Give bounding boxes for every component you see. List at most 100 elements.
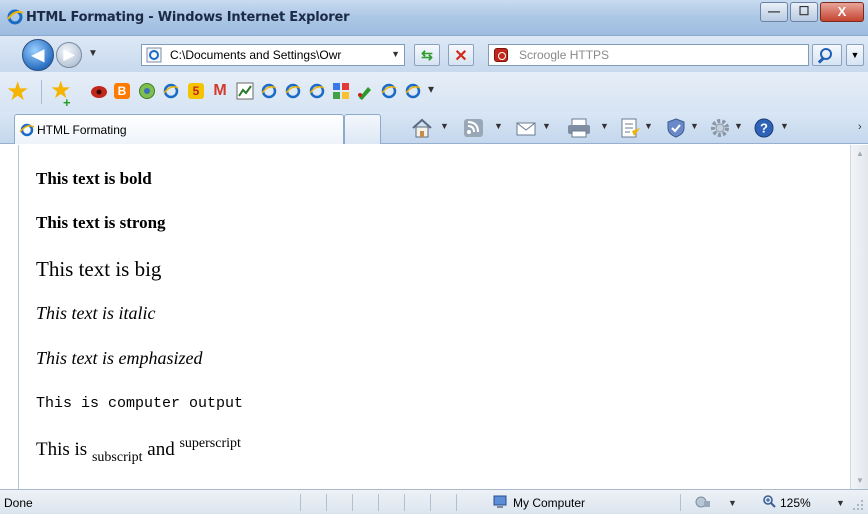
status-divider (378, 494, 379, 511)
print-icon[interactable] (566, 117, 592, 139)
subsup-and: and (142, 439, 180, 460)
subscript-superscript-line: This is subscript and superscript (36, 436, 241, 466)
computer-zone-icon (493, 495, 507, 508)
page-icon[interactable] (618, 117, 642, 139)
stop-icon: ✕ (454, 48, 468, 65)
status-divider (352, 494, 353, 511)
zoom-dropdown-icon[interactable]: ▼ (836, 498, 845, 508)
globe-icon[interactable] (138, 82, 156, 100)
help-dropdown-icon[interactable]: ▼ (780, 121, 789, 131)
back-arrow-icon: ◀ (31, 47, 45, 64)
close-button[interactable]: X (820, 2, 864, 22)
back-button[interactable]: ◀ (22, 39, 54, 71)
scroll-down-icon[interactable]: ▼ (856, 476, 864, 485)
red-eye-icon[interactable] (90, 83, 108, 101)
gear-icon[interactable] (708, 117, 732, 139)
stop-button[interactable]: ✕ (448, 44, 474, 66)
ie-logo-icon (19, 123, 35, 137)
emphasized-text: This text is emphasized (36, 348, 203, 368)
search-button[interactable] (812, 44, 842, 66)
vertical-scrollbar[interactable]: ▲ ▼ (850, 145, 868, 489)
window-title: HTML Formating - Windows Internet Explor… (26, 10, 350, 25)
blogger-icon[interactable]: B (114, 83, 130, 99)
minimize-button[interactable]: — (760, 2, 788, 22)
protected-mode-icon[interactable] (695, 495, 711, 509)
forward-button[interactable]: ▶ (56, 42, 82, 68)
big-text: This text is big (36, 257, 162, 281)
status-divider (680, 494, 681, 511)
safety-dropdown-icon[interactable]: ▼ (690, 121, 699, 131)
home-icon[interactable] (410, 117, 434, 139)
bold-text: This text is bold (36, 169, 152, 188)
tab-html-formating[interactable]: HTML Formating (14, 114, 344, 144)
status-bar: Done My Computer ▼ 125% ▼ (0, 489, 868, 514)
status-text: Done (4, 496, 33, 510)
ie-page-icon[interactable] (380, 82, 398, 100)
title-bar: HTML Formating - Windows Internet Explor… (0, 0, 868, 36)
address-url: C:\Documents and Settings\Owr (170, 48, 342, 62)
ie-page-icon[interactable] (404, 82, 422, 100)
status-divider (300, 494, 301, 511)
ie-page-icon[interactable] (284, 82, 302, 100)
more-commands-icon[interactable]: › (858, 121, 862, 133)
favorites-divider (41, 80, 42, 104)
five-icon[interactable]: 5 (188, 83, 204, 99)
refresh-button[interactable]: ⇆ (414, 44, 440, 66)
favorites-bar: ★ ★ + B 5 M ▾ (0, 72, 868, 112)
search-placeholder: Scroogle HTTPS (519, 48, 610, 62)
favorites-star-icon[interactable]: ★ (6, 78, 29, 104)
status-divider (326, 494, 327, 511)
status-divider (456, 494, 457, 511)
tools-dropdown-icon[interactable]: ▼ (734, 121, 743, 131)
address-dropdown-icon[interactable]: ▼ (391, 49, 400, 59)
address-field[interactable]: C:\Documents and Settings\Owr ▼ (141, 44, 405, 66)
computer-output-text: This is computer output (36, 395, 244, 412)
ie-page-icon[interactable] (308, 82, 326, 100)
pen-icon[interactable] (356, 83, 374, 101)
italic-text: This text is italic (36, 303, 156, 323)
resize-grip-icon[interactable] (852, 499, 864, 511)
zoom-level[interactable]: 125% (780, 496, 811, 510)
subsup-prefix: This is (36, 439, 92, 460)
add-favorite-icon[interactable]: ★ + (50, 78, 72, 111)
zoom-magnifier-icon[interactable] (762, 494, 776, 508)
tab-bar: HTML Formating ▼ ▼ ▼ ▼ ▼ ▼ ▼ ? ▼ › (0, 112, 868, 144)
ie-page-icon (146, 47, 162, 63)
ie-logo-icon (7, 9, 24, 25)
refresh-icon: ⇆ (421, 47, 433, 63)
security-zone-text: My Computer (513, 496, 586, 510)
status-divider (430, 494, 431, 511)
search-input[interactable]: Scroogle HTTPS (488, 44, 809, 66)
feeds-dropdown-icon[interactable]: ▼ (494, 121, 503, 131)
maximize-button[interactable]: ☐ (790, 2, 818, 22)
protected-mode-dropdown-icon[interactable]: ▼ (728, 498, 737, 508)
superscript-text: superscript (179, 436, 241, 451)
rss-feed-icon[interactable] (462, 117, 486, 139)
minimize-icon: — (768, 4, 780, 18)
mail-dropdown-icon[interactable]: ▼ (542, 121, 551, 131)
navigation-bar: ◀ ▶ ▼ C:\Documents and Settings\Owr ▼ ⇆ … (0, 36, 868, 72)
window-controls: — ☐ X (758, 2, 864, 24)
home-dropdown-icon[interactable]: ▼ (440, 121, 449, 131)
new-tab-button[interactable] (344, 114, 381, 144)
ie-page-icon[interactable] (260, 82, 278, 100)
svg-text:?: ? (760, 121, 768, 136)
search-options-button[interactable]: ▼ (846, 44, 864, 66)
tab-label: HTML Formating (37, 123, 127, 137)
help-icon[interactable]: ? (752, 117, 776, 139)
recent-pages-dropdown-icon[interactable]: ▼ (88, 48, 98, 59)
ie-page-icon[interactable] (162, 82, 180, 100)
safety-shield-icon[interactable] (664, 117, 688, 139)
print-dropdown-icon[interactable]: ▼ (600, 121, 609, 131)
gmail-icon[interactable]: M (212, 83, 228, 99)
page-dropdown-icon[interactable]: ▼ (644, 121, 653, 131)
maximize-icon: ☐ (798, 4, 810, 18)
forward-arrow-icon: ▶ (63, 46, 75, 62)
favorites-more-dropdown-icon[interactable]: ▾ (428, 82, 434, 96)
status-divider (404, 494, 405, 511)
chart-icon[interactable] (236, 82, 254, 100)
mail-icon[interactable] (514, 117, 538, 139)
close-icon: X (837, 4, 847, 19)
google-squares-icon[interactable] (332, 82, 350, 100)
scroll-up-icon[interactable]: ▲ (856, 149, 864, 158)
